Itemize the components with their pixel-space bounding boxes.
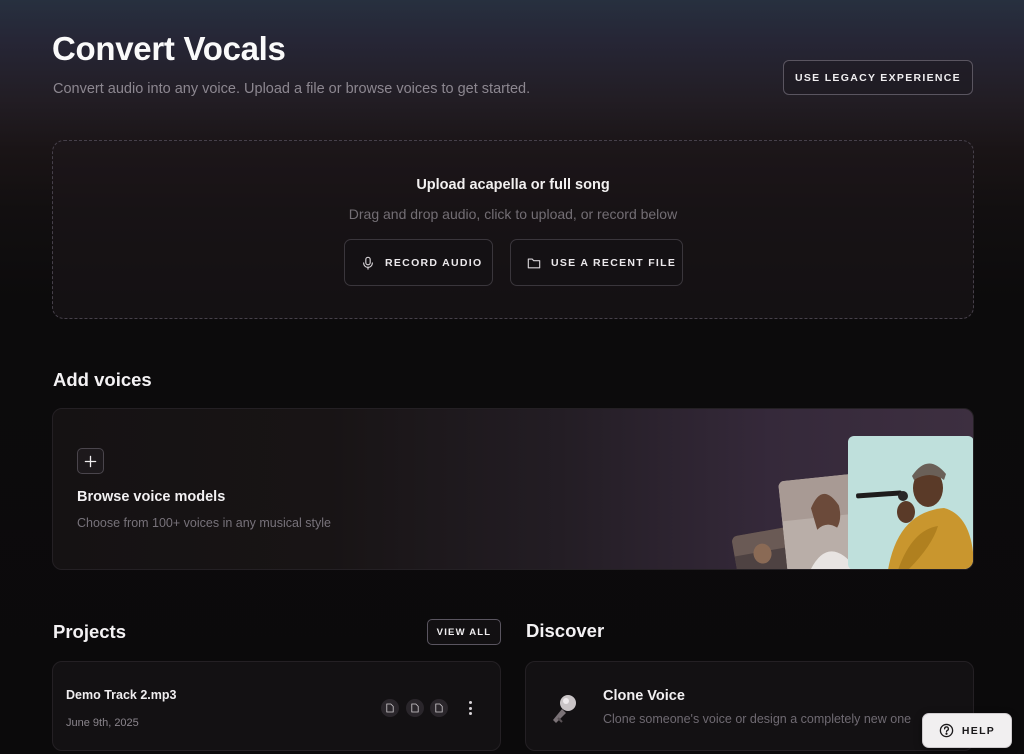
upload-title: Upload acapella or full song xyxy=(416,177,610,193)
clone-voice-subtitle: Clone someone's voice or design a comple… xyxy=(603,712,912,726)
convert-vocals-page: Convert Vocals Convert audio into any vo… xyxy=(0,0,1024,754)
projects-heading: Projects xyxy=(53,621,127,642)
file-icon[interactable] xyxy=(381,699,399,717)
discover-heading: Discover xyxy=(526,620,605,641)
record-audio-button[interactable]: RECORD AUDIO xyxy=(344,239,493,286)
file-icon[interactable] xyxy=(430,699,448,717)
use-recent-file-button[interactable]: USE A RECENT FILE xyxy=(510,239,683,286)
browse-voice-models-card[interactable]: Browse voice models Choose from 100+ voi… xyxy=(52,408,974,570)
project-name: Demo Track 2.mp3 xyxy=(66,688,177,702)
upload-dropzone[interactable]: Upload acapella or full song Drag and dr… xyxy=(52,140,974,319)
clone-voice-title: Clone Voice xyxy=(603,688,685,704)
project-card[interactable]: Demo Track 2.mp3 June 9th, 2025 xyxy=(52,661,501,751)
more-options-icon[interactable] xyxy=(463,698,477,718)
project-date: June 9th, 2025 xyxy=(66,717,139,729)
add-voices-heading: Add voices xyxy=(53,369,152,390)
page-title: Convert Vocals xyxy=(52,30,286,67)
use-recent-file-label: USE A RECENT FILE xyxy=(551,256,677,269)
use-legacy-experience-button[interactable]: USE LEGACY EXPERIENCE xyxy=(783,60,973,95)
help-label: HELP xyxy=(961,724,996,737)
browse-voice-models-subtitle: Choose from 100+ voices in any musical s… xyxy=(77,516,331,530)
folder-icon xyxy=(527,257,541,268)
record-audio-label: RECORD AUDIO xyxy=(385,256,483,269)
microphone-clone-icon xyxy=(553,695,576,723)
page-subtitle: Convert audio into any voice. Upload a f… xyxy=(53,81,531,97)
singer-photo-large xyxy=(848,436,973,569)
view-all-projects-button[interactable]: VIEW ALL xyxy=(427,619,501,645)
clone-voice-card[interactable]: Clone Voice Clone someone's voice or des… xyxy=(525,661,974,751)
upload-subtitle: Drag and drop audio, click to upload, or… xyxy=(348,206,678,222)
microphone-icon xyxy=(363,256,373,270)
browse-voice-models-title: Browse voice models xyxy=(77,489,226,505)
help-button[interactable]: HELP xyxy=(922,713,1012,748)
file-icon[interactable] xyxy=(406,699,424,717)
question-circle-icon xyxy=(939,723,954,738)
plus-icon xyxy=(77,448,104,474)
